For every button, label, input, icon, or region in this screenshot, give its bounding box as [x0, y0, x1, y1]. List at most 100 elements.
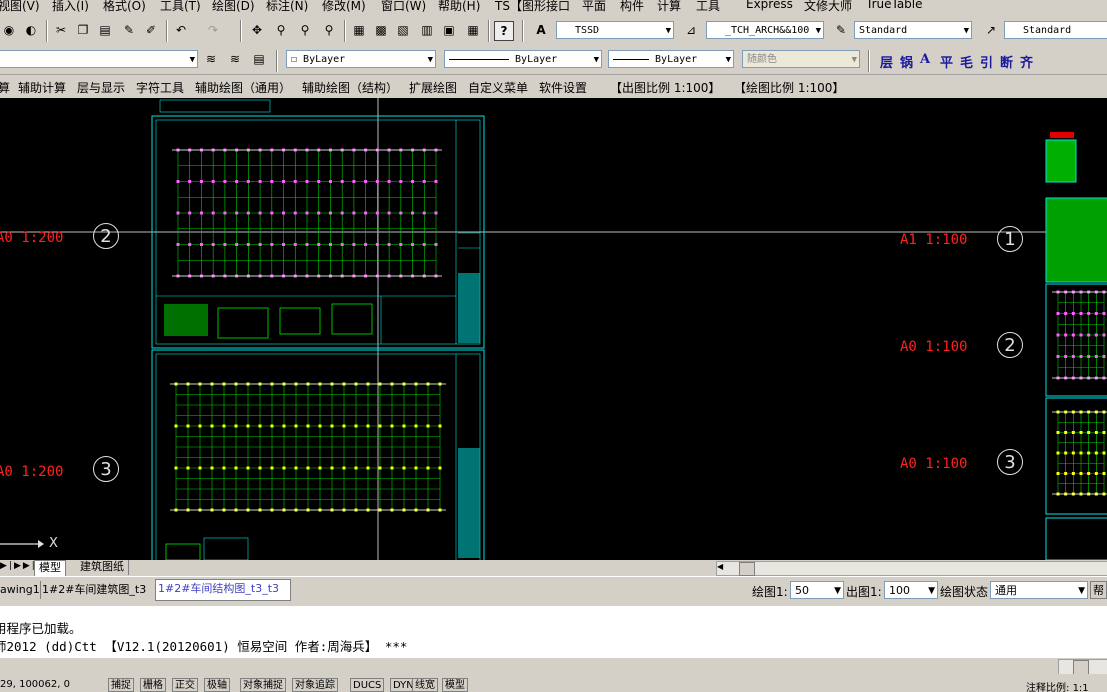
redo-icon[interactable]: ↷: [204, 21, 222, 39]
markup-icon[interactable]: ▣: [440, 21, 458, 39]
layer-icon[interactable]: ◉: [0, 21, 18, 39]
sheetset-icon[interactable]: ▥: [418, 21, 436, 39]
status-toggle-button[interactable]: 栅格: [140, 678, 166, 692]
tssd-menu-item[interactable]: 【绘图比例 1:100】: [734, 79, 844, 96]
tssd-menu-item[interactable]: 层与显示: [77, 79, 125, 96]
tssd-tool-button[interactable]: A: [920, 52, 930, 67]
status-toggle-button[interactable]: 极轴: [204, 678, 230, 692]
menu-item[interactable]: 工具(T): [160, 0, 201, 14]
document-tab[interactable]: 1#2#车间结构图_t3_t3: [155, 579, 291, 601]
menu-item[interactable]: 构件: [620, 0, 644, 14]
zoom-realtime-icon[interactable]: ⚲: [272, 21, 290, 39]
tssd-menu-item[interactable]: 软件设置: [539, 79, 587, 96]
viewport-number-circle: 2: [93, 223, 119, 249]
menu-bar: 视图(V) 插入(I) 格式(O) 工具(T) 绘图(D) 标注(N) 修改(M) 窗口(W)…: [0, 0, 1107, 14]
layer-states-icon[interactable]: ≋: [226, 50, 244, 68]
menu-item[interactable]: 工具: [696, 0, 720, 14]
tool-palette-icon[interactable]: ▧: [394, 21, 412, 39]
tab-layout[interactable]: 建筑图纸: [76, 560, 129, 575]
brush-icon[interactable]: ✎: [120, 21, 138, 39]
document-tab[interactable]: awing1: [0, 581, 41, 599]
tssd-menu-item[interactable]: 【出图比例 1:100】: [610, 79, 720, 96]
color-control-select[interactable]: ☐ ByLayer ▼: [286, 50, 436, 68]
document-tab[interactable]: 1#2#车间建筑图_t3: [40, 581, 157, 599]
menu-item[interactable]: 插入(I): [52, 0, 89, 14]
menu-item[interactable]: 计算: [657, 0, 681, 14]
tssd-menu-item[interactable]: 自定义菜单: [468, 79, 528, 96]
draw-scale-select[interactable]: 50 ▼: [790, 581, 844, 599]
pan-icon[interactable]: ✥: [248, 21, 266, 39]
status-toggle-button[interactable]: 捕捉: [108, 678, 134, 692]
tssd-tool-button[interactable]: 锅: [900, 52, 913, 71]
status-toggle-button[interactable]: 线宽: [412, 678, 438, 692]
layer-previous-icon[interactable]: ≋: [202, 50, 220, 68]
layer-select[interactable]: ▼: [0, 50, 198, 68]
table-style-icon[interactable]: ✎: [832, 21, 850, 39]
tssd-menu-item[interactable]: 辅助绘图（通用）: [195, 79, 291, 96]
tssd-tool-button[interactable]: 齐: [1020, 52, 1033, 71]
linetype-control-select[interactable]: ByLayer ▼: [444, 50, 602, 68]
menu-item[interactable]: 文修大师: [804, 0, 852, 14]
paste-icon[interactable]: ▤: [96, 21, 114, 39]
viewport-number-circle: 3: [93, 456, 119, 482]
command-line[interactable]: 用程序已加载。 师2012 (dd)Ctt 【V12.1(20120601) 恒…: [0, 606, 1107, 658]
tssd-menu-item[interactable]: 辅助计算: [18, 79, 66, 96]
table-style-select[interactable]: Standard ▼: [854, 21, 972, 39]
lineweight-control-select[interactable]: ByLayer ▼: [608, 50, 734, 68]
help-icon[interactable]: ?: [494, 21, 514, 41]
drawing-canvas[interactable]: A0 1:200 2 A0 1:200 3 A1 1:100 1 A0 1:10…: [0, 98, 1107, 560]
match-prop-icon[interactable]: ✐: [142, 21, 160, 39]
tssd-menu-item[interactable]: 辅助绘图（结构）: [302, 79, 398, 96]
menu-item[interactable]: 平面: [582, 0, 606, 14]
cut-icon[interactable]: ✂: [52, 21, 70, 39]
menu-item[interactable]: 帮助(H): [438, 0, 480, 14]
copy-icon[interactable]: ❐: [74, 21, 92, 39]
text-style-icon[interactable]: A: [532, 21, 550, 39]
calculator-icon[interactable]: ▦: [464, 21, 482, 39]
status-toggle-button[interactable]: 对象捕捉: [240, 678, 286, 692]
text-style-select[interactable]: TSSD ▼: [556, 21, 674, 39]
horizontal-scrollbar[interactable]: ◀: [716, 561, 1107, 576]
globe-icon[interactable]: ◐: [22, 21, 40, 39]
status-toggle-button[interactable]: 模型: [442, 678, 468, 692]
status-toggle-button[interactable]: 正交: [172, 678, 198, 692]
drawing-sheets-right: [1045, 132, 1107, 560]
draw-state-select[interactable]: 通用 ▼: [990, 581, 1088, 599]
menu-item[interactable]: TrueTable: [866, 0, 923, 11]
tssd-tool-button[interactable]: 平: [940, 52, 953, 71]
tab-nav-arrows[interactable]: ▶|▶▶|: [0, 561, 37, 571]
tssd-tool-button[interactable]: 层: [880, 52, 893, 71]
menu-item[interactable]: 格式(O): [103, 0, 146, 14]
tssd-menu-item[interactable]: 扩展绘图: [409, 79, 457, 96]
status-toggle-button[interactable]: 对象追踪: [292, 678, 338, 692]
command-history-line: 用程序已加载。: [0, 621, 82, 636]
undo-icon[interactable]: ↶: [172, 21, 190, 39]
plotstyle-control-select[interactable]: 随颜色 ▼: [742, 50, 860, 68]
menu-item[interactable]: 绘图(D): [212, 0, 255, 14]
zoom-window-icon[interactable]: ⚲: [296, 21, 314, 39]
dim-style-select[interactable]: _TCH_ARCH&&100 ▼: [706, 21, 824, 39]
dim-style-icon[interactable]: ⊿: [682, 21, 700, 39]
properties-icon[interactable]: ▦: [350, 21, 368, 39]
zoom-previous-icon[interactable]: ⚲: [320, 21, 338, 39]
tab-model[interactable]: 模型: [34, 560, 66, 576]
menu-item[interactable]: 修改(M): [322, 0, 366, 14]
menu-item[interactable]: TS【图形接口: [495, 0, 570, 14]
design-center-icon[interactable]: ▩: [372, 21, 390, 39]
tssd-tool-button[interactable]: 断: [1000, 52, 1013, 71]
help-button[interactable]: 帮: [1090, 581, 1107, 599]
mleader-style-select[interactable]: Standard: [1004, 21, 1107, 39]
menu-item[interactable]: 视图(V): [0, 0, 40, 14]
command-scrollbar[interactable]: [0, 658, 1107, 674]
menu-item[interactable]: Express: [746, 0, 793, 11]
menu-item[interactable]: 窗口(W): [381, 0, 426, 14]
mleader-style-icon[interactable]: ↗: [982, 21, 1000, 39]
tssd-tool-button[interactable]: 引: [980, 52, 993, 71]
menu-item[interactable]: 标注(N): [266, 0, 308, 14]
status-toggle-button[interactable]: DUCS: [350, 678, 385, 692]
tssd-tool-button[interactable]: 毛: [960, 52, 973, 71]
tssd-menu-item[interactable]: 字符工具: [136, 79, 184, 96]
output-scale-select[interactable]: 100 ▼: [884, 581, 938, 599]
layer-iso-icon[interactable]: ▤: [250, 50, 268, 68]
tssd-menu-item[interactable]: 算: [0, 79, 10, 96]
